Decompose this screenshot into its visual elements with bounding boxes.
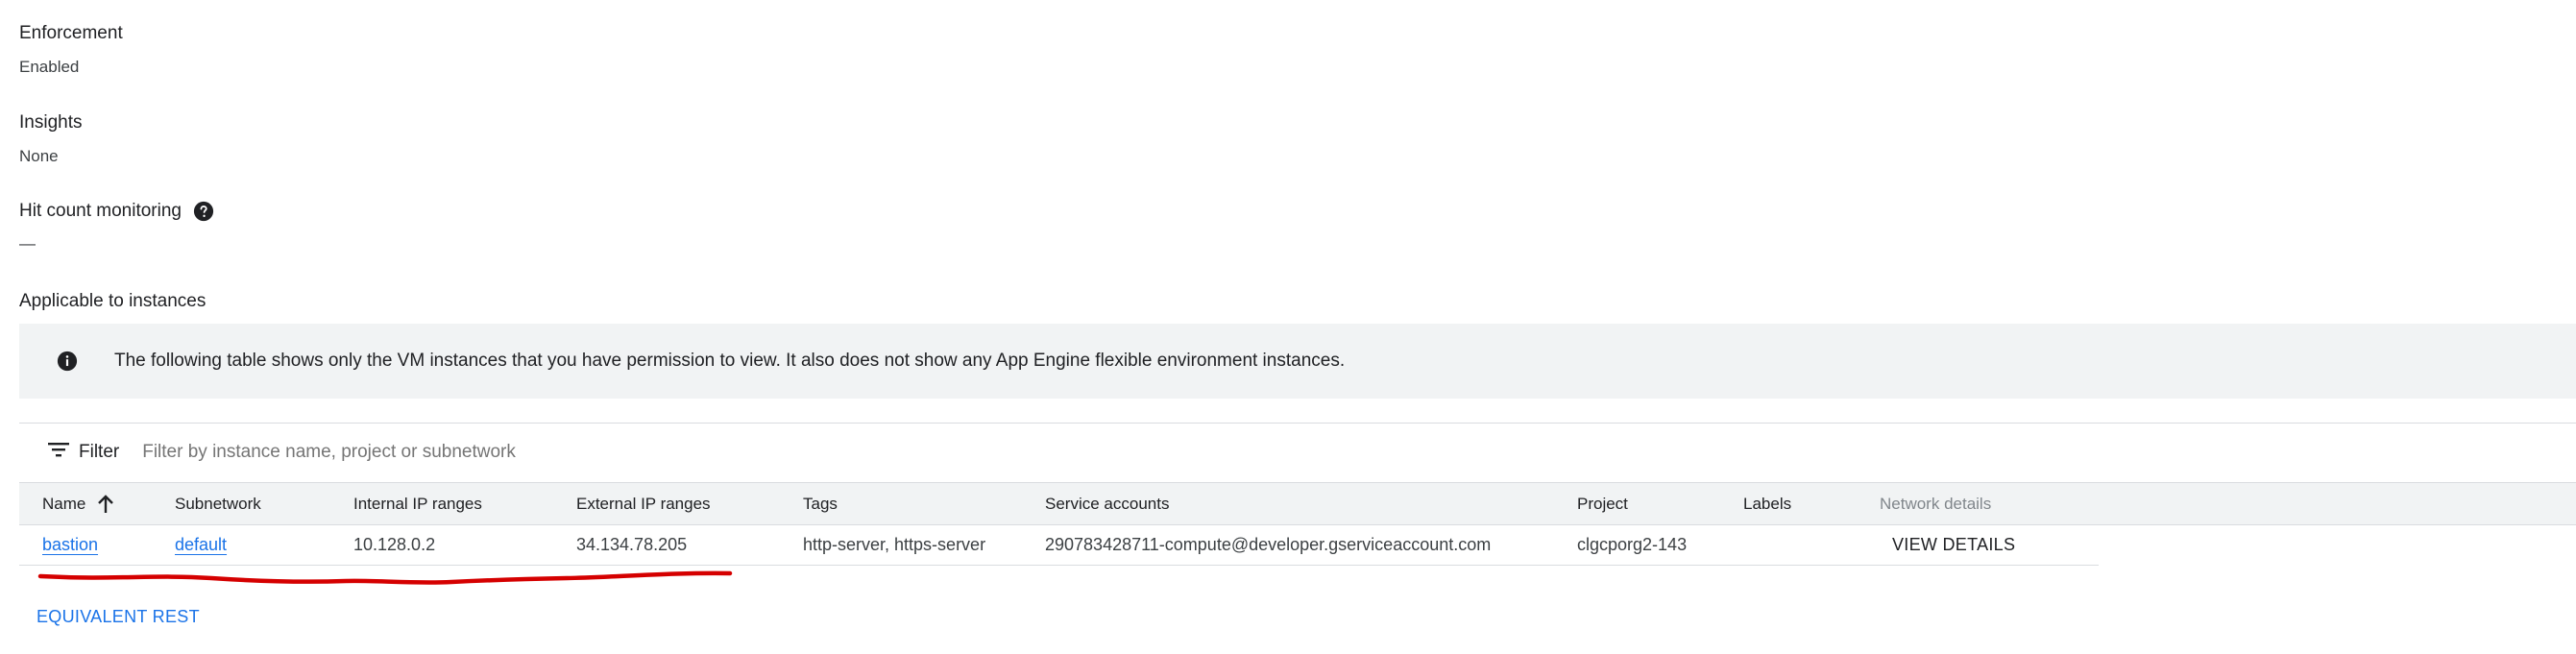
column-header-name[interactable]: Name: [42, 483, 114, 524]
info-banner-text: The following table shows only the VM in…: [114, 351, 1346, 371]
enforcement-label: Enforcement: [19, 23, 123, 44]
cell-network-details: VIEW DETAILS: [1892, 524, 2015, 565]
cell-name: bastion: [42, 524, 98, 565]
column-header-labels[interactable]: Labels: [1743, 483, 1791, 524]
equivalent-rest-link[interactable]: EQUIVALENT REST: [36, 607, 200, 627]
column-header-network-details: Network details: [1880, 494, 1992, 513]
enforcement-label-text: Enforcement: [19, 23, 123, 43]
column-header-external-ip[interactable]: External IP ranges: [576, 483, 711, 524]
insights-label-text: Insights: [19, 112, 83, 133]
cell-tags: http-server, https-server: [803, 534, 986, 554]
filter-label: Filter: [79, 442, 120, 462]
filter-button[interactable]: Filter: [48, 442, 119, 463]
cell-project: clgcporg2-143: [1577, 534, 1688, 554]
cell-subnetwork: default: [175, 524, 227, 565]
help-icon[interactable]: [193, 201, 214, 222]
hit-count-monitoring-label: Hit count monitoring: [19, 201, 214, 222]
subnetwork-link[interactable]: default: [175, 535, 227, 555]
cell-external-ip: 34.134.78.205: [576, 534, 688, 554]
info-banner: The following table shows only the VM in…: [19, 324, 2576, 399]
column-header-service-accounts[interactable]: Service accounts: [1045, 483, 1169, 524]
column-header-project[interactable]: Project: [1577, 483, 1628, 524]
instance-link[interactable]: bastion: [42, 535, 98, 555]
cell-service-account: 290783428711-compute@developer.gservicea…: [1045, 534, 1492, 554]
applicable-to-instances-heading: Applicable to instances: [19, 291, 206, 312]
firewall-rule-details-page: Enforcement Enabled Insights None Hit co…: [0, 0, 2576, 654]
column-header-subnetwork[interactable]: Subnetwork: [175, 483, 261, 524]
hit-count-monitoring-value: —: [19, 234, 36, 253]
column-header-internal-ip[interactable]: Internal IP ranges: [353, 483, 482, 524]
enforcement-value: Enabled: [19, 58, 80, 76]
insights-label: Insights: [19, 112, 82, 133]
arrow-upward-icon[interactable]: [97, 494, 114, 514]
view-details-button[interactable]: VIEW DETAILS: [1892, 535, 2015, 555]
filter-bar: Filter: [19, 423, 2576, 481]
column-header-tags[interactable]: Tags: [803, 483, 838, 524]
filter-list-icon: [48, 442, 69, 463]
cell-internal-ip: 10.128.0.2: [353, 534, 436, 554]
column-header-name-label: Name: [42, 494, 86, 513]
info-icon: [57, 351, 78, 372]
filter-input[interactable]: [140, 441, 1586, 464]
applicable-to-instances-text: Applicable to instances: [19, 291, 207, 311]
table-row: bastion default 10.128.0.2 34.134.78.205…: [19, 524, 2099, 566]
table-header: Name Subnetwork Internal IP ranges Exter…: [19, 482, 2576, 525]
insights-value: None: [19, 147, 59, 165]
hit-count-monitoring-label-text: Hit count monitoring: [19, 201, 182, 221]
